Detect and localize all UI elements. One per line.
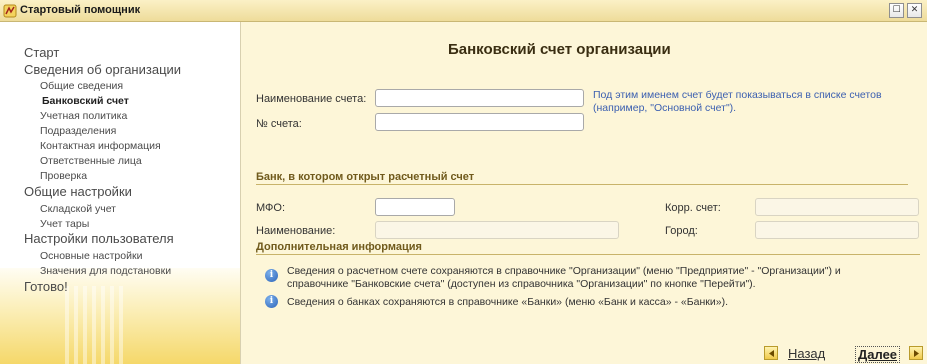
city-field[interactable]: [755, 221, 919, 239]
bank-name-field[interactable]: [375, 221, 619, 239]
extra-section-divider: [256, 254, 920, 255]
account-name-hint-line2: (например, "Основной счет").: [593, 102, 737, 114]
sidebar-item-done[interactable]: Готово!: [24, 279, 68, 294]
sidebar-item-general-settings[interactable]: Общие настройки: [24, 184, 132, 199]
info-icon: i: [265, 269, 278, 282]
restore-icon[interactable]: ☐: [889, 3, 904, 18]
sidebar-item-user-settings[interactable]: Настройки пользователя: [24, 231, 174, 246]
sidebar-item-org-info[interactable]: Сведения об организации: [24, 62, 181, 77]
bank-section-divider: [256, 184, 908, 185]
sidebar-item-check[interactable]: Проверка: [40, 170, 87, 182]
city-label: Город:: [665, 225, 698, 237]
arrow-right-icon[interactable]: [909, 346, 923, 360]
bank-section-title: Банк, в котором открыт расчетный счет: [256, 171, 475, 183]
sidebar-item-accounting-policy[interactable]: Учетная политика: [40, 110, 127, 122]
sidebar-item-substitution-values[interactable]: Значения для подстановки: [40, 265, 171, 277]
corr-account-label: Корр. счет:: [665, 202, 721, 214]
account-number-field[interactable]: [375, 113, 584, 131]
sidebar-item-general-info[interactable]: Общие сведения: [40, 80, 123, 92]
sidebar-item-departments[interactable]: Подразделения: [40, 125, 116, 137]
page-title: Банковский счет организации: [448, 41, 671, 58]
app-icon: [3, 4, 17, 18]
close-icon[interactable]: ✕: [907, 3, 922, 18]
mfo-field[interactable]: [375, 198, 455, 216]
account-number-label: № счета:: [256, 118, 302, 130]
info-icon: i: [265, 295, 278, 308]
sidebar: Старт Сведения об организации Общие свед…: [0, 22, 241, 364]
corr-account-field[interactable]: [755, 198, 919, 216]
account-name-label: Наименование счета:: [256, 93, 367, 105]
account-name-hint-line1: Под этим именем счет будет показываться …: [593, 89, 882, 101]
title-bar: Стартовый помощник ☐ ✕: [0, 0, 927, 22]
info-text-banks: Сведения о банках сохраняются в справочн…: [287, 296, 729, 308]
account-name-field[interactable]: [375, 89, 584, 107]
info-text-accounts-line2: справочнике "Банковские счета" (доступен…: [287, 278, 756, 290]
sidebar-item-containers[interactable]: Учет тары: [40, 218, 89, 230]
sidebar-item-contact-info[interactable]: Контактная информация: [40, 140, 161, 152]
arrow-left-icon[interactable]: [764, 346, 778, 360]
sidebar-item-bank-account[interactable]: Банковский счет: [42, 95, 129, 107]
sidebar-item-main-settings[interactable]: Основные настройки: [40, 250, 142, 262]
back-button[interactable]: Назад: [788, 346, 825, 361]
window-title: Стартовый помощник: [20, 4, 141, 16]
next-button[interactable]: Далее: [855, 346, 901, 363]
info-text-accounts-line1: Сведения о расчетном счете сохраняются в…: [287, 265, 841, 277]
bank-name-label: Наименование:: [256, 225, 336, 237]
sidebar-item-warehouse[interactable]: Складской учет: [40, 203, 116, 215]
sidebar-item-start[interactable]: Старт: [24, 45, 59, 60]
extra-section-title: Дополнительная информация: [256, 241, 422, 253]
sidebar-item-responsible-persons[interactable]: Ответственные лица: [40, 155, 142, 167]
mfo-label: МФО:: [256, 202, 286, 214]
